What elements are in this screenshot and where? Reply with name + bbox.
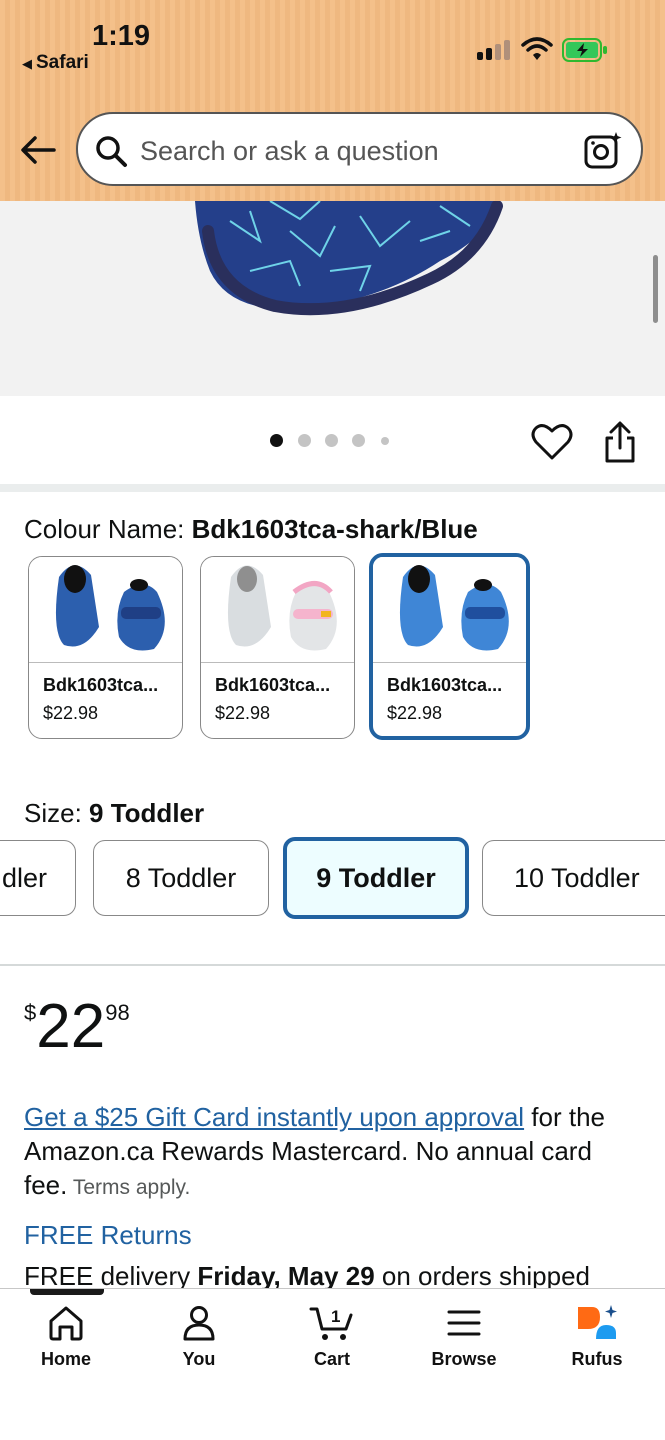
tab-browse[interactable]: Browse xyxy=(409,1303,519,1370)
scroll-indicator[interactable] xyxy=(653,255,658,323)
gift-card-offer-link[interactable]: Get a $25 Gift Card instantly upon appro… xyxy=(24,1102,524,1132)
colour-option-price: $22.98 xyxy=(215,703,271,723)
delivery-date: Friday, May 29 xyxy=(197,1261,375,1291)
back-triangle-icon: ◀ xyxy=(22,56,32,71)
wifi-icon xyxy=(521,37,553,60)
section-divider xyxy=(0,484,665,492)
tab-label: Home xyxy=(40,1349,91,1369)
colour-option-name: Bdk1603tca... xyxy=(387,675,503,695)
carousel-dot[interactable] xyxy=(381,437,389,445)
size-option-label: 8 Toddler xyxy=(125,862,237,893)
price-whole: 22 xyxy=(36,992,106,1061)
rufus-icon xyxy=(578,1305,617,1339)
size-option-9-toddler-selected[interactable]: 9 Toddler xyxy=(283,837,469,919)
colour-option-3-selected[interactable]: Bdk1603tca... $22.98 xyxy=(369,553,530,740)
size-option-label: 10 Toddler xyxy=(514,862,640,893)
size-option-label: 9 Toddler xyxy=(316,862,436,893)
tab-rufus[interactable]: Rufus xyxy=(542,1303,652,1370)
colour-option-thumbnail xyxy=(29,557,182,663)
colour-selected-value: Bdk1603tca-shark/Blue xyxy=(191,514,478,544)
price-symbol: $ xyxy=(24,1000,37,1025)
heart-icon[interactable] xyxy=(531,422,573,462)
colour-option-thumbnail xyxy=(201,557,354,663)
bottom-tab-bar: Home You 1 Cart Browse Rufus xyxy=(0,1288,665,1440)
battery-charging-icon xyxy=(562,38,607,62)
person-icon xyxy=(183,1306,215,1341)
carousel-dot[interactable] xyxy=(352,434,365,447)
tab-label: You xyxy=(182,1349,216,1369)
colour-option-2[interactable]: Bdk1603tca... $22.98 xyxy=(200,556,355,739)
delivery-prefix: FREE delivery xyxy=(24,1261,198,1291)
colour-label-prefix: Colour Name: xyxy=(24,514,192,544)
active-tab-indicator xyxy=(30,1289,104,1295)
cart-icon: 1 xyxy=(309,1307,353,1340)
price-fraction: 98 xyxy=(105,1000,130,1025)
colour-option-1[interactable]: Bdk1603tca... $22.98 xyxy=(28,556,183,739)
share-icon[interactable] xyxy=(601,420,639,464)
search-bar[interactable]: Search or ask a question xyxy=(76,112,643,186)
tab-you[interactable]: You xyxy=(144,1303,254,1370)
image-controls xyxy=(0,396,665,484)
shoe-image xyxy=(195,201,503,316)
product-price: $2298 xyxy=(24,992,130,1062)
colour-option-name: Bdk1603tca... xyxy=(215,675,331,695)
carousel-dot[interactable] xyxy=(325,434,338,447)
tab-home[interactable]: Home xyxy=(11,1303,121,1370)
offer-terms[interactable]: Terms apply. xyxy=(67,1176,190,1199)
section-divider xyxy=(0,964,665,966)
back-app-label: Safari xyxy=(36,52,89,73)
delivery-suffix: on orders shipped xyxy=(374,1261,591,1291)
home-icon xyxy=(49,1306,83,1341)
tab-label: Cart xyxy=(313,1349,350,1369)
app-header: 1:19 ◀ Safari Search or ask a question xyxy=(0,0,665,201)
search-icon xyxy=(96,136,127,167)
carousel-dot[interactable] xyxy=(298,434,311,447)
colour-option-name: Bdk1603tca... xyxy=(43,675,159,695)
colour-option-price: $22.98 xyxy=(387,703,443,723)
tab-label: Browse xyxy=(431,1349,497,1369)
status-time: 1:19 xyxy=(92,20,151,52)
search-placeholder: Search or ask a question xyxy=(140,136,439,166)
tab-label: Rufus xyxy=(571,1349,623,1369)
cart-badge: 1 xyxy=(331,1307,340,1326)
colour-option-price: $22.98 xyxy=(43,703,99,723)
colour-name-label: Colour Name: Bdk1603tca-shark/Blue xyxy=(24,514,478,545)
size-option-partial[interactable]: dler xyxy=(0,840,76,916)
size-label-prefix: Size: xyxy=(24,798,90,828)
cellular-signal-icon xyxy=(477,38,511,60)
tab-cart[interactable]: 1 Cart xyxy=(277,1303,387,1370)
product-image[interactable] xyxy=(0,201,665,396)
back-arrow-icon[interactable] xyxy=(18,130,58,170)
size-option-8-toddler[interactable]: 8 Toddler xyxy=(93,840,269,916)
carousel-dot-active[interactable] xyxy=(270,434,283,447)
menu-icon xyxy=(447,1310,481,1336)
colour-option-thumbnail xyxy=(373,557,526,663)
camera-lens-icon[interactable] xyxy=(583,130,623,170)
back-to-safari[interactable]: ◀ Safari xyxy=(22,52,89,74)
free-returns-link[interactable]: FREE Returns xyxy=(24,1220,192,1251)
size-option-label: dler xyxy=(1,862,47,893)
size-selected-value: 9 Toddler xyxy=(89,798,205,828)
credit-card-offer: Get a $25 Gift Card instantly upon appro… xyxy=(24,1100,634,1205)
size-option-10-toddler[interactable]: 10 Toddler xyxy=(482,840,665,916)
size-label: Size: 9 Toddler xyxy=(24,798,204,829)
